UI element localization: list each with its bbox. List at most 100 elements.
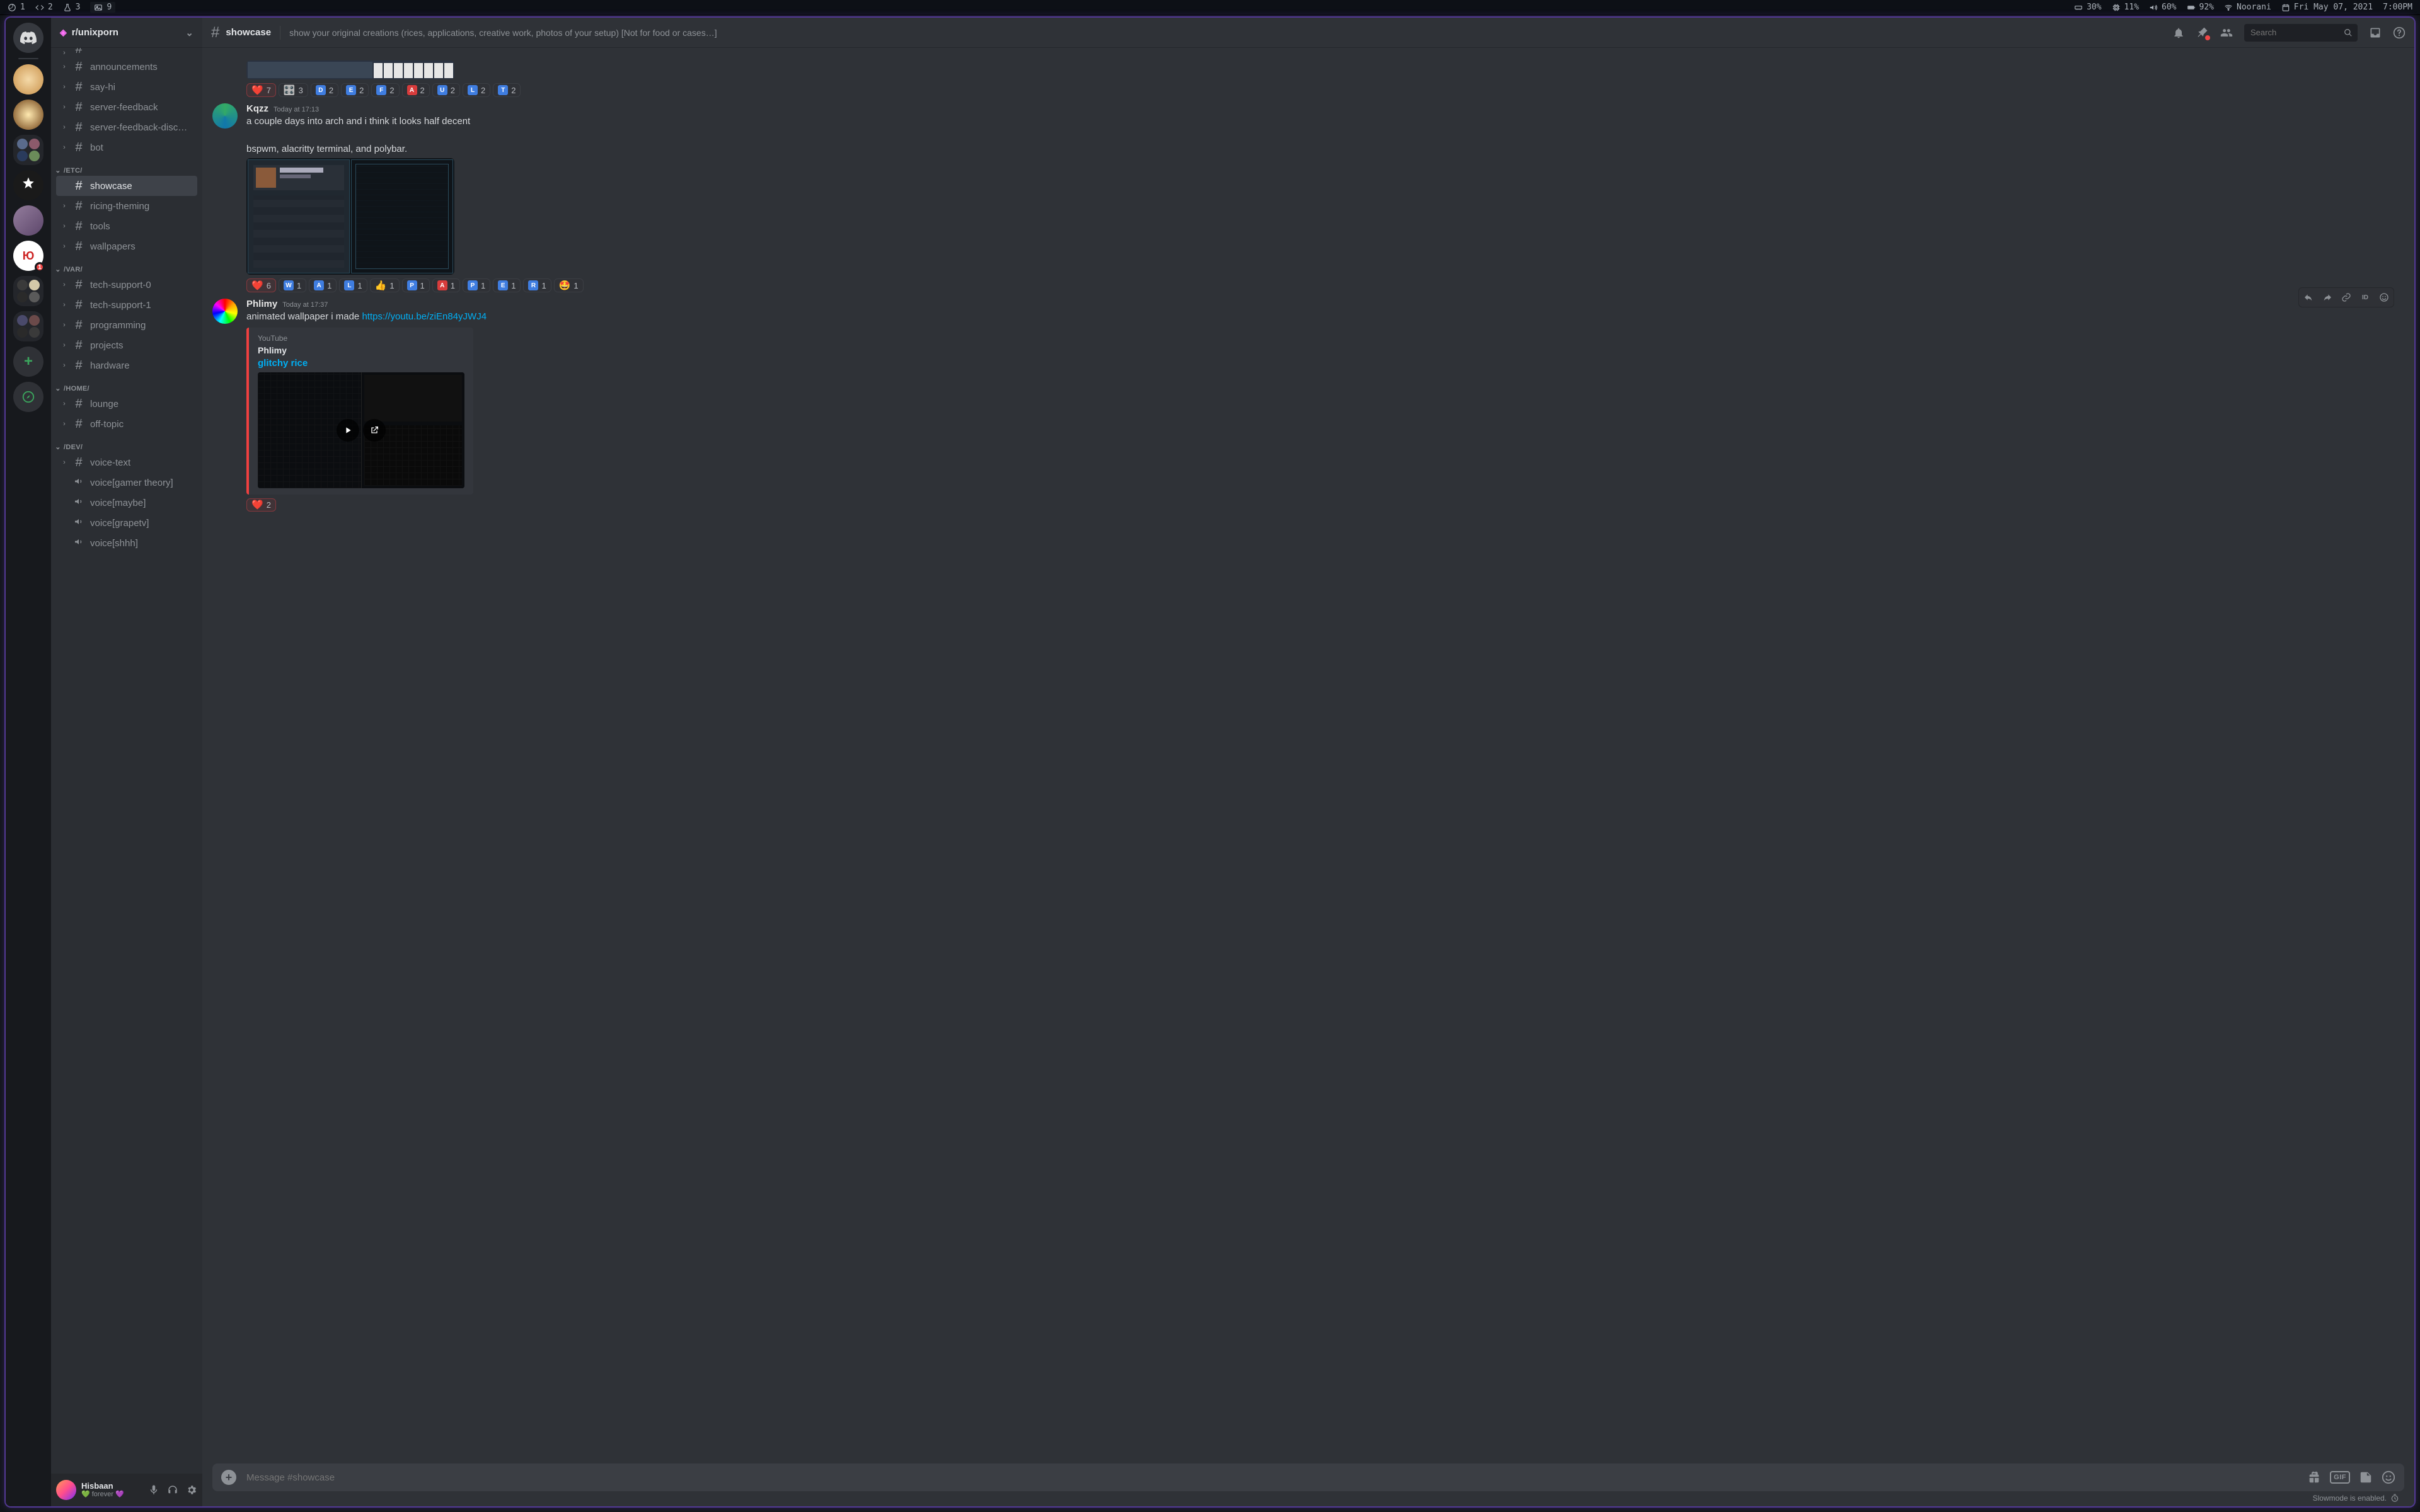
copy-id-button[interactable]: ID: [2356, 288, 2375, 307]
inbox-icon[interactable]: [2369, 26, 2382, 39]
message-avatar[interactable]: [212, 299, 238, 324]
reaction[interactable]: ❤️6: [246, 278, 276, 292]
server-header[interactable]: ◈r/unixporn ⌄: [51, 18, 202, 48]
message-author[interactable]: Phlimy: [246, 299, 277, 309]
composer-box[interactable]: + GIF: [212, 1463, 2404, 1491]
text-channel[interactable]: ›#tools: [56, 216, 197, 236]
notifications-icon[interactable]: [2172, 26, 2185, 39]
explore-button[interactable]: [13, 382, 43, 412]
statusbar-item[interactable]: Fri May 07, 2021: [2281, 3, 2373, 12]
reaction[interactable]: A2: [402, 83, 430, 97]
statusbar-item[interactable]: 9: [90, 2, 115, 13]
embed-thumbnail[interactable]: [258, 372, 464, 488]
help-icon[interactable]: [2393, 26, 2406, 39]
category-header[interactable]: ⌄/DEV/: [51, 434, 197, 452]
reaction[interactable]: L1: [339, 278, 367, 292]
link[interactable]: https://youtu.be/ziEn84yJWJ4: [362, 311, 487, 322]
deafen-icon[interactable]: [167, 1484, 178, 1496]
add-reaction-button[interactable]: [2375, 288, 2394, 307]
add-server-button[interactable]: +: [13, 346, 43, 377]
gif-button[interactable]: GIF: [2330, 1471, 2350, 1484]
reaction[interactable]: ❤️2: [246, 498, 276, 512]
guild-icon[interactable]: [13, 64, 43, 94]
text-channel[interactable]: #showcase: [56, 176, 197, 196]
category-header[interactable]: ⌄/HOME/: [51, 375, 197, 394]
search-box[interactable]: [2244, 24, 2358, 42]
attach-button[interactable]: +: [221, 1470, 236, 1485]
search-input[interactable]: [2249, 27, 2340, 38]
user-avatar[interactable]: [56, 1480, 76, 1500]
emoji-icon[interactable]: [2382, 1470, 2395, 1484]
reaction[interactable]: 🎛️3: [279, 83, 308, 97]
reaction[interactable]: D2: [311, 83, 338, 97]
voice-channel[interactable]: voice[gamer theory]: [56, 472, 197, 493]
reaction[interactable]: 👍1: [370, 278, 400, 292]
reaction[interactable]: T2: [493, 83, 521, 97]
message-avatar[interactable]: [212, 103, 238, 129]
reaction[interactable]: 🤩1: [554, 278, 584, 292]
guild-icon[interactable]: [13, 205, 43, 236]
reaction[interactable]: ❤️7: [246, 83, 276, 97]
reaction[interactable]: A1: [432, 278, 460, 292]
message-author[interactable]: Kqzz: [246, 103, 268, 114]
reaction[interactable]: P1: [463, 278, 490, 292]
mute-icon[interactable]: [148, 1484, 159, 1496]
open-external-button[interactable]: [363, 419, 386, 442]
settings-icon[interactable]: [186, 1484, 197, 1496]
voice-channel[interactable]: voice[grapetv]: [56, 513, 197, 533]
statusbar-item[interactable]: 7:00PM: [2383, 3, 2412, 12]
reaction[interactable]: U2: [432, 83, 460, 97]
embed-author[interactable]: Phlimy: [258, 345, 464, 355]
embed-title[interactable]: glitchy rice: [258, 358, 464, 369]
text-channel[interactable]: ›#lounge: [56, 394, 197, 414]
text-channel[interactable]: ›#announcements: [56, 57, 197, 77]
category-header[interactable]: ⌄/VAR/: [51, 256, 197, 275]
guild-icon[interactable]: [13, 170, 43, 200]
text-channel[interactable]: ›#bot: [56, 137, 197, 158]
category-header[interactable]: ⌄/ETC/: [51, 158, 197, 176]
reaction[interactable]: E1: [493, 278, 521, 292]
share-button[interactable]: [2318, 288, 2337, 307]
guild-icon[interactable]: Ю 1: [13, 241, 43, 271]
statusbar-item[interactable]: 30%: [2074, 3, 2101, 12]
reaction[interactable]: P1: [402, 278, 430, 292]
reaction[interactable]: E2: [341, 83, 369, 97]
text-channel[interactable]: ›#programming: [56, 315, 197, 335]
reaction[interactable]: W1: [279, 278, 306, 292]
channel-topic[interactable]: show your original creations (rices, app…: [289, 28, 2166, 38]
statusbar-item[interactable]: 60%: [2149, 3, 2176, 12]
statusbar-item[interactable]: 92%: [2187, 3, 2214, 12]
statusbar-item[interactable]: 1: [8, 3, 25, 12]
text-channel[interactable]: ›#wallpapers: [56, 236, 197, 256]
pinned-icon[interactable]: [2196, 26, 2209, 39]
voice-channel[interactable]: voice[shhh]: [56, 533, 197, 553]
statusbar-item[interactable]: 3: [63, 3, 81, 12]
sticker-icon[interactable]: [2359, 1470, 2373, 1484]
statusbar-item[interactable]: 2: [35, 3, 53, 12]
reply-button[interactable]: [2299, 288, 2318, 307]
text-channel[interactable]: ›#say-hi: [56, 77, 197, 97]
reaction[interactable]: R1: [523, 278, 551, 292]
members-icon[interactable]: [2220, 26, 2233, 39]
text-channel[interactable]: ›#tech-support-1: [56, 295, 197, 315]
message-input[interactable]: [245, 1472, 2298, 1484]
reaction[interactable]: F2: [371, 83, 399, 97]
text-channel[interactable]: ›#server-feedback-discussi…: [56, 117, 197, 137]
image-attachment[interactable]: [246, 158, 454, 275]
home-button[interactable]: [13, 23, 43, 53]
reaction[interactable]: A1: [309, 278, 337, 292]
guild-folder[interactable]: [13, 276, 43, 306]
text-channel[interactable]: ›#: [56, 48, 197, 57]
guild-icon[interactable]: [13, 100, 43, 130]
statusbar-item[interactable]: 11%: [2112, 3, 2139, 12]
text-channel[interactable]: ›#projects: [56, 335, 197, 355]
text-channel[interactable]: ›#tech-support-0: [56, 275, 197, 295]
voice-channel[interactable]: voice[maybe]: [56, 493, 197, 513]
copy-link-button[interactable]: [2337, 288, 2356, 307]
gift-icon[interactable]: [2307, 1470, 2321, 1484]
text-channel[interactable]: ›#voice-text: [56, 452, 197, 472]
text-channel[interactable]: ›#server-feedback: [56, 97, 197, 117]
text-channel[interactable]: ›#off-topic: [56, 414, 197, 434]
text-channel[interactable]: ›#ricing-theming: [56, 196, 197, 216]
text-channel[interactable]: ›#hardware: [56, 355, 197, 375]
